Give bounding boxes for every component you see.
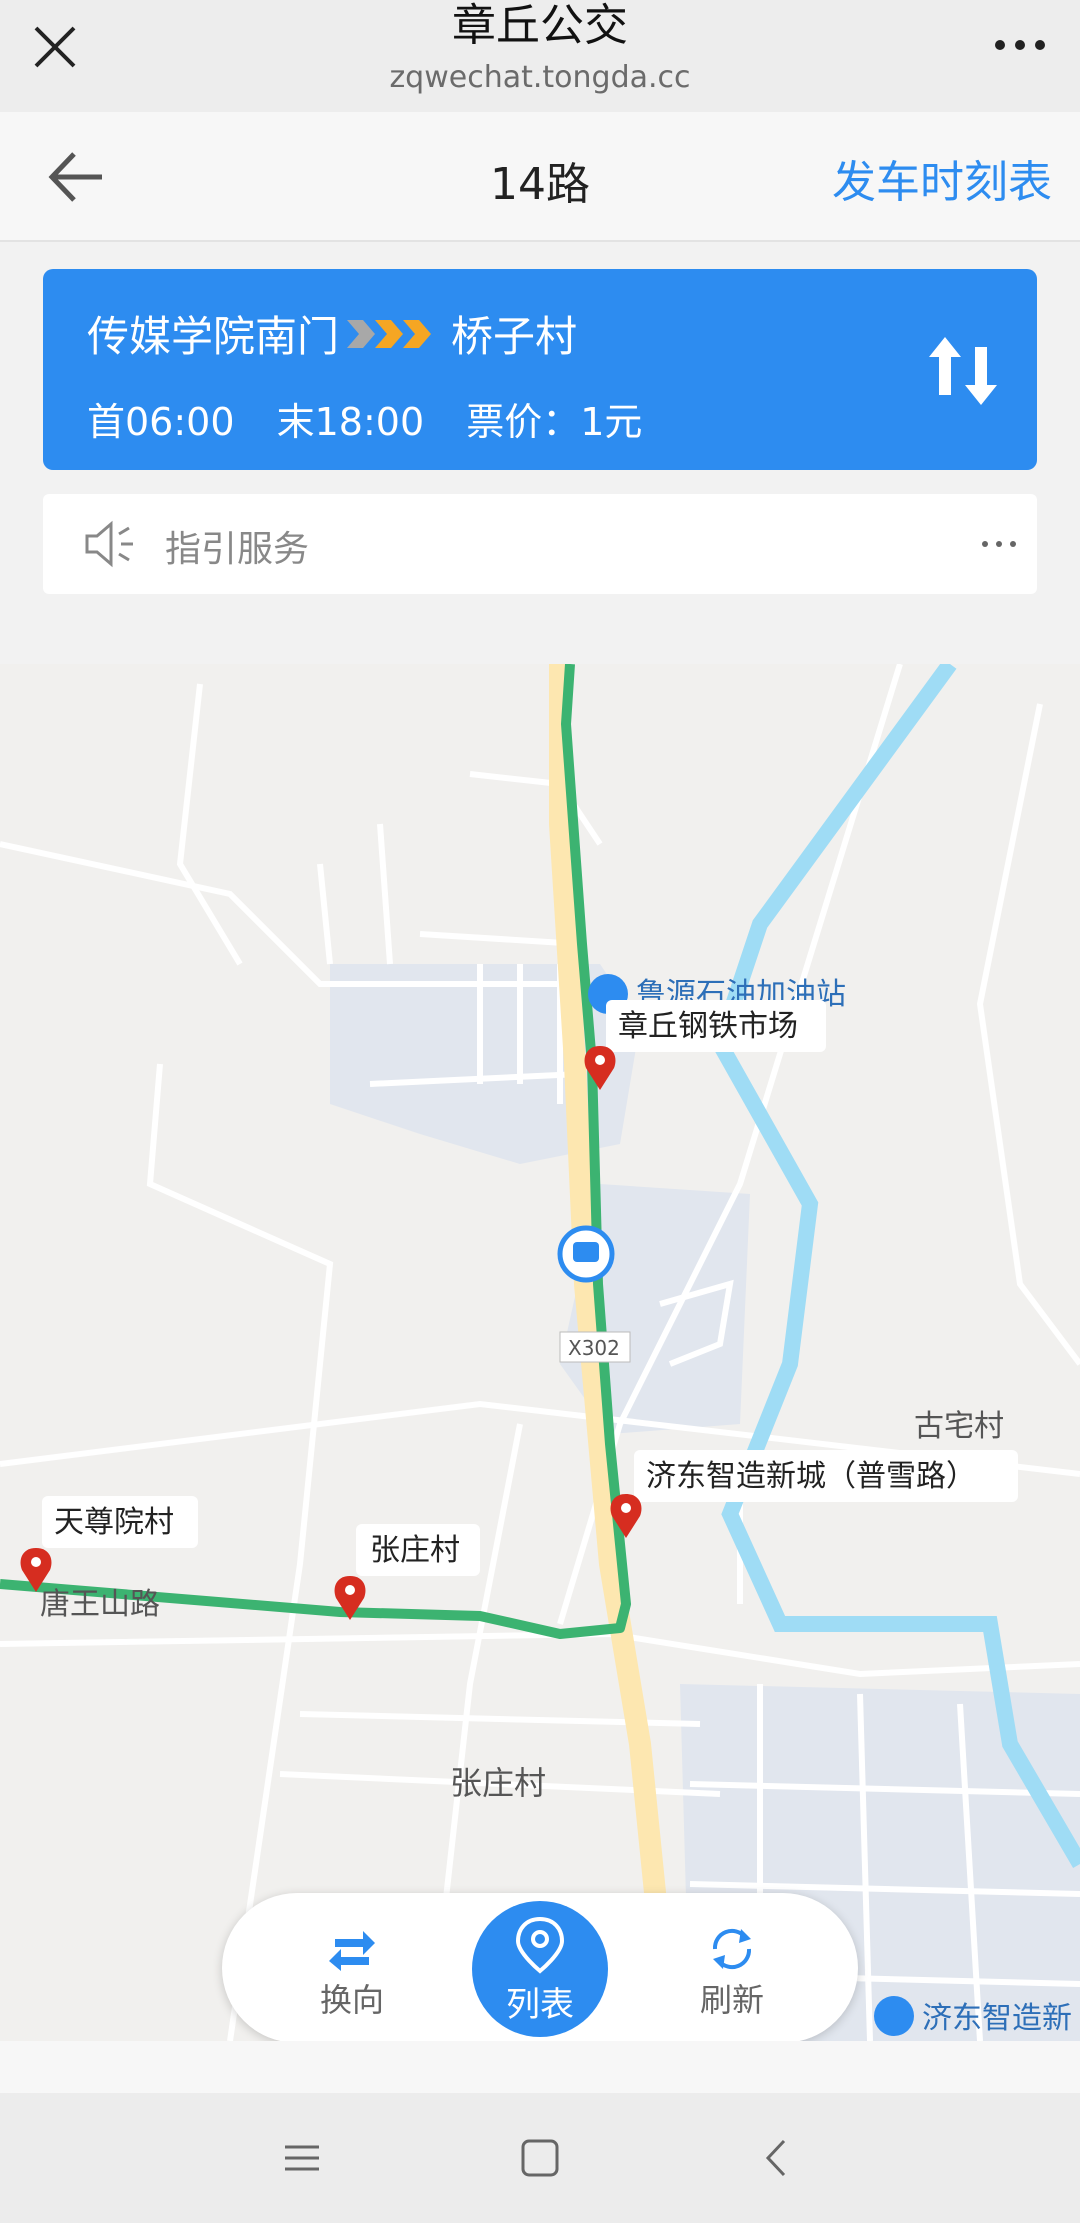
map-controls: 换向 列表 刷新 (222, 1893, 858, 2043)
list-label: 列表 (506, 1985, 574, 2025)
more-icon[interactable] (979, 538, 1019, 550)
origin-stop: 传媒学院南门 (87, 312, 340, 361)
swap-direction-icon[interactable] (925, 335, 1001, 407)
poi-icon (874, 1996, 914, 2036)
village-gu-label: 古宅村 (914, 1409, 1004, 1444)
notice-bar[interactable]: 指引服务 (43, 494, 1037, 594)
road-x302-label: X302 (568, 1336, 620, 1360)
route-direction: 传媒学院南门 桥子村 (87, 303, 577, 364)
destination-stop: 桥子村 (451, 312, 578, 361)
wechat-page-title: 章丘公交 (452, 0, 628, 51)
reverse-label: 换向 (319, 1981, 384, 2019)
refresh-label: 刷新 (699, 1981, 764, 2019)
last-bus-time: 末18:00 (276, 400, 425, 444)
home-icon[interactable] (515, 2133, 565, 2183)
route-header: 14路 发车时刻表 (0, 112, 1080, 242)
notice-text: 指引服务 (165, 529, 310, 570)
reverse-icon (329, 1931, 375, 1971)
location-pin-icon (515, 1916, 565, 1974)
timetable-link[interactable]: 发车时刻表 (832, 146, 1052, 210)
bottom-strip (0, 2041, 1080, 2093)
system-nav-bar (0, 2093, 1080, 2223)
menu-icon[interactable] (277, 2133, 327, 2183)
wechat-title-bar: 章丘公交 zqwechat.tongda.cc (0, 0, 1080, 112)
route-info-card: 传媒学院南门 桥子村 首06:00 末18:00 票价：1元 (43, 269, 1037, 470)
more-icon[interactable] (990, 30, 1050, 60)
reverse-button[interactable]: 换向 (282, 1927, 422, 2021)
route-schedule: 首06:00 末18:00 票价：1元 (87, 391, 672, 446)
river (711, 664, 1080, 1869)
fare: 票价：1元 (466, 400, 643, 444)
poi-jidong-label: 济东智造新 (922, 2001, 1072, 2036)
stop-label: 济东智造新城（普雪路） (646, 1459, 976, 1494)
road-tang-label: 唐王山路 (40, 1587, 160, 1622)
map-canvas[interactable]: 鲁源石油加油站 X302 古宅村 唐王山路 张庄村 济东智造新 章丘钢铁市场 济… (0, 664, 1080, 2041)
stop-label: 章丘钢铁市场 (618, 1009, 798, 1044)
wechat-page-url: zqwechat.tongda.cc (389, 60, 691, 95)
route-map[interactable]: 鲁源石油加油站 X302 古宅村 唐王山路 张庄村 济东智造新 章丘钢铁市场 济… (0, 664, 1080, 2041)
refresh-icon (712, 1928, 752, 1970)
first-bus-time: 首06:00 (87, 400, 235, 444)
bus-marker-body (573, 1242, 599, 1262)
stop-label: 天尊院村 (54, 1505, 174, 1540)
back-icon[interactable] (752, 2133, 802, 2183)
refresh-button[interactable]: 刷新 (662, 1927, 802, 2021)
direction-arrows-icon (347, 319, 432, 348)
speaker-icon (85, 520, 133, 568)
village-zhang-label: 张庄村 (450, 1764, 546, 1802)
list-button[interactable]: 列表 (472, 1901, 608, 2037)
stop-label: 张庄村 (370, 1533, 460, 1568)
